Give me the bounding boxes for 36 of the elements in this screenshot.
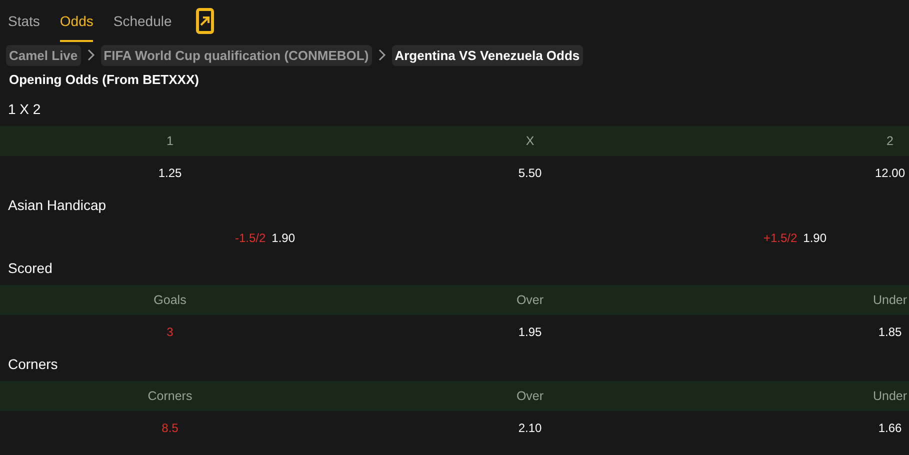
line-value: -1.5/2 bbox=[234, 230, 266, 244]
tab[interactable]: Stats bbox=[0, 0, 50, 42]
tab[interactable]: Schedule bbox=[103, 0, 182, 42]
odds-value: 12.00 bbox=[874, 166, 906, 180]
section-title: 1 X 2 bbox=[7, 100, 42, 119]
odds-value: 1.25 bbox=[157, 166, 183, 180]
tab[interactable]: Odds bbox=[50, 0, 104, 42]
line-value: +1.5/2 bbox=[763, 230, 798, 244]
odds-value: 1.95 bbox=[517, 325, 543, 339]
breadcrumb-link[interactable]: Camel Live bbox=[6, 44, 81, 66]
breadcrumb-link[interactable]: FIFA World Cup qualification (CONMEBOL) bbox=[100, 44, 372, 66]
section-title: Asian Handicap bbox=[7, 196, 108, 215]
chevron-right-icon bbox=[86, 49, 95, 61]
section-title: Scored bbox=[7, 259, 54, 278]
breadcrumb-link[interactable]: Argentina VS Venezuela Odds bbox=[392, 44, 583, 66]
odds-value: 1.66 bbox=[877, 421, 903, 435]
column-header: Goals bbox=[152, 293, 188, 307]
odds-value: 2.10 bbox=[517, 421, 543, 435]
column-header: Corners bbox=[146, 389, 194, 403]
odds-value: 1.90 bbox=[272, 230, 296, 244]
odds-value: 5.50 bbox=[517, 166, 543, 180]
external-link-icon[interactable] bbox=[196, 8, 214, 34]
section-title: Corners bbox=[7, 355, 59, 374]
odds-source-title: Opening Odds (From BETXXX) bbox=[8, 71, 200, 89]
chevron-right-icon bbox=[378, 49, 386, 61]
column-header: 1 bbox=[166, 134, 174, 148]
column-header: X bbox=[524, 134, 536, 148]
column-header: Over bbox=[515, 293, 545, 307]
line-value: 3 bbox=[166, 325, 174, 339]
line-value: 8.5 bbox=[160, 421, 180, 435]
column-header: Under bbox=[872, 293, 908, 307]
column-header: Under bbox=[872, 389, 908, 403]
odds-value: 1.90 bbox=[803, 230, 827, 244]
column-header: Over bbox=[515, 389, 545, 403]
column-header: 2 bbox=[886, 134, 894, 148]
odds-value: 1.85 bbox=[877, 325, 903, 339]
